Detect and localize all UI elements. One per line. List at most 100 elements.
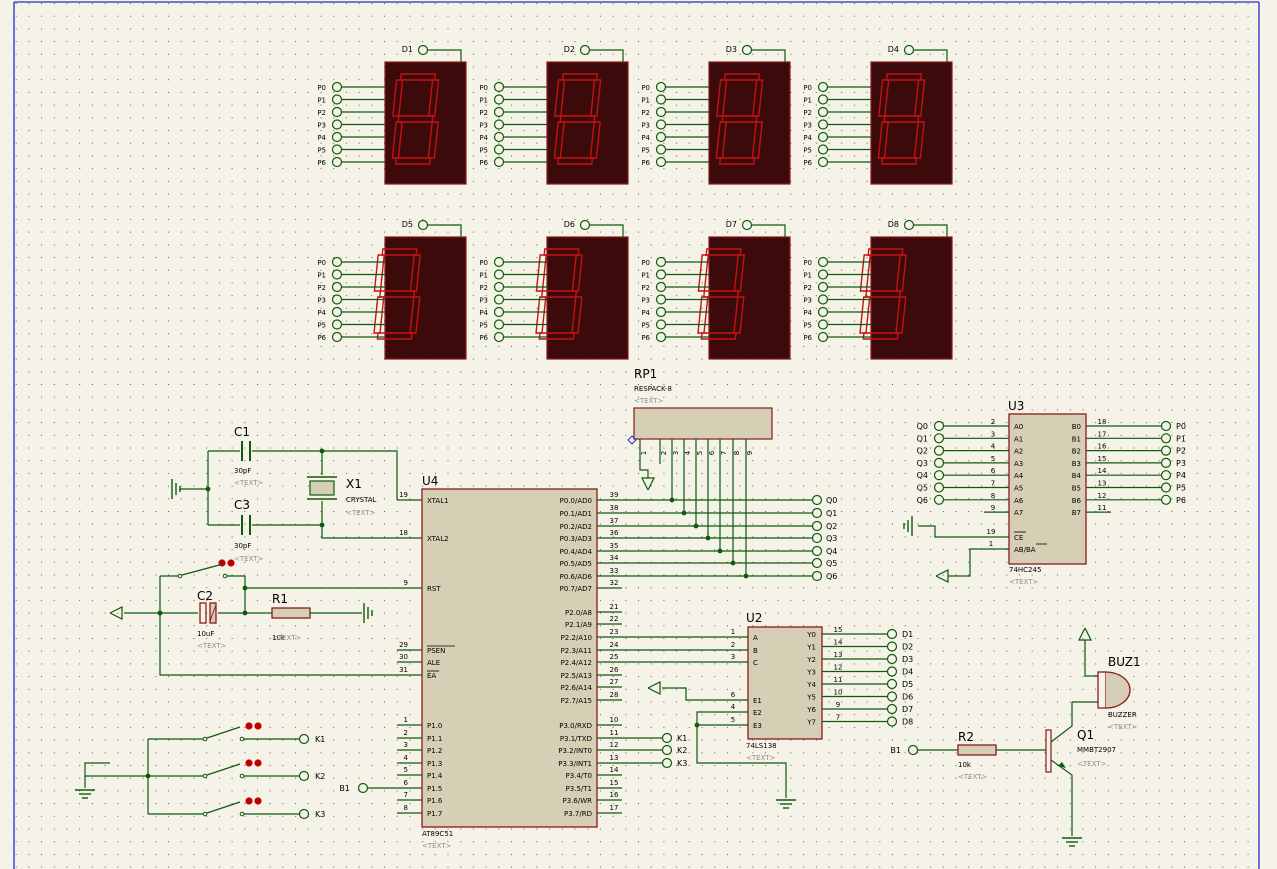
- terminal[interactable]: [655, 156, 667, 168]
- terminal[interactable]: [331, 119, 343, 130]
- terminal[interactable]: [811, 570, 823, 582]
- terminal[interactable]: [811, 507, 823, 519]
- terminal[interactable]: [817, 144, 829, 155]
- terminal[interactable]: [417, 219, 429, 231]
- terminal[interactable]: [903, 44, 915, 56]
- terminal[interactable]: [933, 420, 945, 432]
- terminal[interactable]: [655, 94, 667, 105]
- terminal[interactable]: [655, 269, 667, 280]
- terminal[interactable]: [298, 808, 310, 820]
- terminal[interactable]: [493, 156, 505, 168]
- terminal[interactable]: [493, 306, 505, 318]
- terminal[interactable]: [298, 733, 310, 745]
- terminal[interactable]: [817, 294, 829, 305]
- terminal[interactable]: [493, 281, 505, 293]
- terminal[interactable]: [417, 44, 429, 56]
- terminal[interactable]: [811, 494, 823, 506]
- terminal[interactable]: [493, 319, 505, 330]
- terminal[interactable]: [331, 131, 343, 143]
- terminal[interactable]: [655, 281, 667, 293]
- terminal[interactable]: [331, 281, 343, 293]
- terminal[interactable]: [655, 294, 667, 305]
- terminal[interactable]: [886, 666, 898, 677]
- terminal[interactable]: [298, 770, 310, 782]
- terminal[interactable]: [741, 219, 753, 231]
- terminal[interactable]: [655, 331, 667, 343]
- terminal[interactable]: [1160, 457, 1172, 468]
- terminal[interactable]: [493, 106, 505, 118]
- terminal[interactable]: [811, 557, 823, 569]
- terminal[interactable]: [933, 470, 945, 481]
- terminal[interactable]: [811, 545, 823, 557]
- terminal[interactable]: [493, 119, 505, 130]
- terminal[interactable]: [331, 256, 343, 268]
- terminal[interactable]: [331, 306, 343, 318]
- terminal[interactable]: [817, 106, 829, 118]
- terminal[interactable]: [661, 744, 673, 756]
- terminal[interactable]: [886, 691, 898, 702]
- terminal[interactable]: [886, 716, 898, 727]
- terminal[interactable]: [493, 294, 505, 305]
- terminal[interactable]: [933, 433, 945, 444]
- terminal[interactable]: [655, 306, 667, 318]
- terminal[interactable]: [811, 532, 823, 544]
- terminal[interactable]: [579, 44, 591, 56]
- terminal[interactable]: [493, 256, 505, 268]
- terminal[interactable]: [1160, 445, 1172, 456]
- terminal[interactable]: [903, 219, 915, 231]
- terminal[interactable]: [331, 94, 343, 105]
- terminal[interactable]: [331, 269, 343, 280]
- terminal[interactable]: [817, 319, 829, 330]
- terminal[interactable]: [817, 306, 829, 318]
- terminal[interactable]: [331, 156, 343, 168]
- terminal[interactable]: [493, 131, 505, 143]
- terminal[interactable]: [817, 156, 829, 168]
- terminal[interactable]: [817, 81, 829, 93]
- terminal[interactable]: [1160, 494, 1172, 505]
- terminal[interactable]: [331, 319, 343, 330]
- terminal[interactable]: [886, 641, 898, 652]
- terminal[interactable]: [493, 144, 505, 155]
- terminal[interactable]: [886, 653, 898, 665]
- terminal[interactable]: [886, 678, 898, 690]
- terminal[interactable]: [933, 482, 945, 493]
- terminal[interactable]: [817, 131, 829, 143]
- terminal[interactable]: [655, 119, 667, 130]
- terminal[interactable]: [886, 628, 898, 640]
- terminal[interactable]: [357, 782, 369, 794]
- terminal[interactable]: [655, 319, 667, 330]
- terminal[interactable]: [493, 81, 505, 93]
- terminal[interactable]: [933, 445, 945, 456]
- terminal[interactable]: [811, 520, 823, 532]
- terminal[interactable]: [331, 81, 343, 93]
- terminal[interactable]: [661, 732, 673, 744]
- terminal[interactable]: [817, 94, 829, 105]
- terminal[interactable]: [579, 219, 591, 231]
- terminal[interactable]: [907, 744, 919, 756]
- terminal[interactable]: [886, 703, 898, 715]
- terminal[interactable]: [655, 144, 667, 155]
- terminal[interactable]: [817, 269, 829, 280]
- terminal[interactable]: [741, 44, 753, 56]
- terminal[interactable]: [817, 256, 829, 268]
- terminal[interactable]: [493, 94, 505, 105]
- terminal[interactable]: [933, 457, 945, 468]
- terminal[interactable]: [331, 144, 343, 155]
- terminal[interactable]: [817, 281, 829, 293]
- terminal[interactable]: [655, 106, 667, 118]
- terminal[interactable]: [933, 494, 945, 505]
- terminal[interactable]: [655, 256, 667, 268]
- terminal[interactable]: [331, 106, 343, 118]
- terminal[interactable]: [655, 131, 667, 143]
- terminal[interactable]: [331, 294, 343, 305]
- terminal[interactable]: [493, 269, 505, 280]
- terminal[interactable]: [817, 119, 829, 130]
- terminal[interactable]: [1160, 482, 1172, 493]
- terminal[interactable]: [1160, 420, 1172, 432]
- terminal[interactable]: [1160, 433, 1172, 444]
- terminal[interactable]: [1160, 470, 1172, 481]
- terminal[interactable]: [655, 81, 667, 93]
- terminal[interactable]: [331, 331, 343, 343]
- terminal[interactable]: [493, 331, 505, 343]
- terminal[interactable]: [661, 757, 673, 769]
